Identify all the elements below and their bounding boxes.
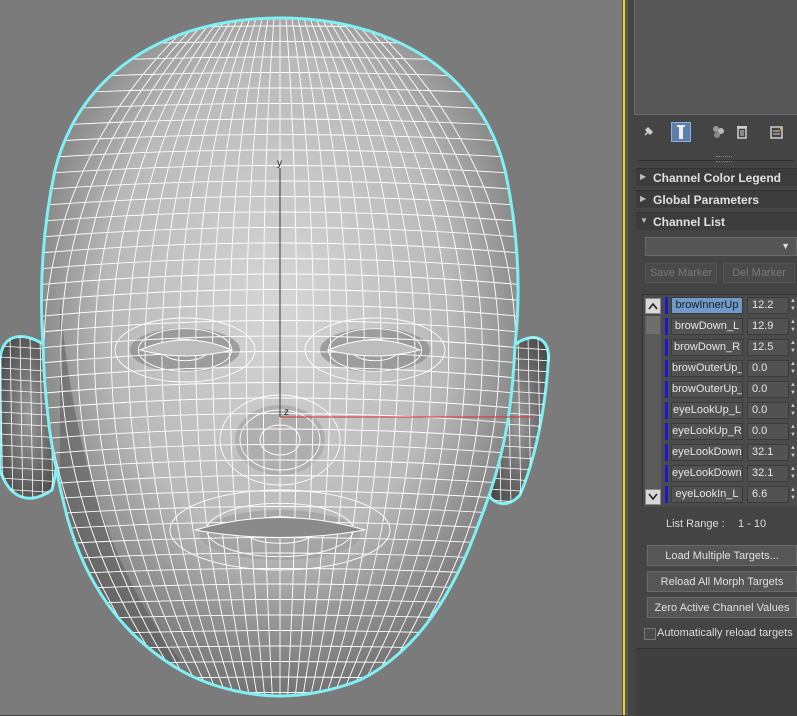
channel-value-field[interactable]: 12.5: [747, 339, 789, 356]
channel-row[interactable]: browInnerUp 12.2 ▲ ▼: [665, 295, 797, 316]
auto-reload-checkbox[interactable]: [644, 628, 656, 640]
rollout-title: Channel Color Legend: [653, 171, 782, 185]
delete-icon[interactable]: [732, 122, 752, 142]
rollout-global-parameters[interactable]: ▶ Global Parameters: [636, 190, 797, 208]
rollout-drag-handle[interactable]: [716, 156, 732, 162]
channel-color-marker: [665, 339, 668, 356]
channel-color-marker: [665, 465, 668, 482]
scroll-down-button[interactable]: [645, 489, 661, 505]
channel-name-button[interactable]: browDown_R: [671, 339, 743, 356]
channel-name-button[interactable]: browInnerUp: [671, 297, 743, 314]
active-viewport-border: [623, 0, 625, 715]
spinner-icon[interactable]: ▲ ▼: [790, 465, 797, 482]
channel-row[interactable]: browOuterUp_L 0.0 ▲ ▼: [665, 358, 797, 379]
channel-color-marker: [665, 402, 668, 419]
channel-name-button[interactable]: eyeLookUp_R: [671, 423, 743, 440]
channel-value-field[interactable]: 0.0: [747, 423, 789, 440]
channel-value-field[interactable]: 0.0: [747, 381, 789, 398]
spinner-icon[interactable]: ▲ ▼: [790, 402, 797, 419]
rollout-channel-list[interactable]: ▼ Channel List: [636, 212, 797, 230]
zero-active-channel-values-button[interactable]: Zero Active Channel Values: [647, 597, 797, 618]
channel-name-button[interactable]: browOuterUp_R: [671, 381, 743, 398]
rollout-title: Global Parameters: [653, 193, 760, 207]
spinner-icon[interactable]: ▲ ▼: [790, 360, 797, 377]
channel-value-field[interactable]: 0.0: [747, 402, 789, 419]
channel-value-field[interactable]: 12.9: [747, 318, 789, 335]
channel-row[interactable]: browDown_L 12.9 ▲ ▼: [665, 316, 797, 337]
command-panel: ▶ Channel Color Legend ▶ Global Paramete…: [628, 0, 797, 716]
spinner-icon[interactable]: ▲ ▼: [790, 339, 797, 356]
channel-row[interactable]: eyeLookIn_L 6.6 ▲ ▼: [665, 484, 797, 505]
del-marker-button[interactable]: Del Marker: [723, 263, 795, 283]
channel-value-field[interactable]: 32.1: [747, 465, 789, 482]
rollout-channel-color-legend[interactable]: ▶ Channel Color Legend: [636, 168, 797, 186]
channel-value-field[interactable]: 6.6: [747, 486, 789, 503]
z-axis-label: z: [284, 407, 289, 418]
channel-list-box: browInnerUp 12.2 ▲ ▼ browDown_L 12.9 ▲ ▼ b…: [642, 294, 797, 507]
channel-row[interactable]: eyeLookDown_L 32.1 ▲▼: [665, 442, 797, 463]
list-range-label: List Range :: [666, 518, 725, 530]
channel-color-marker: [665, 423, 668, 440]
rollout-title: Channel List: [653, 215, 726, 229]
channel-row[interactable]: browOuterUp_R 0.0 ▲▼: [665, 379, 797, 400]
channel-name-button[interactable]: eyeLookDown_R: [671, 465, 743, 482]
y-axis-label: y: [277, 158, 282, 169]
channel-name-button[interactable]: browOuterUp_L: [671, 360, 743, 377]
marker-dropdown[interactable]: ▼: [645, 237, 797, 256]
channel-name-button[interactable]: browDown_L: [671, 318, 743, 335]
reload-all-morph-targets-button[interactable]: Reload All Morph Targets: [647, 571, 797, 592]
spinner-icon[interactable]: ▲ ▼: [790, 486, 797, 503]
spinner-icon[interactable]: ▲ ▼: [790, 297, 797, 314]
stack-toolbar: [628, 118, 797, 146]
panel-empty-area: [636, 648, 797, 716]
channel-name-button[interactable]: eyeLookIn_L: [671, 486, 743, 503]
spinner-icon[interactable]: ▲ ▼: [790, 381, 797, 398]
channel-row[interactable]: browDown_R 12.5 ▲ ▼: [665, 337, 797, 358]
channel-color-marker: [665, 444, 668, 461]
spinner-icon[interactable]: ▲ ▼: [790, 318, 797, 335]
modifier-stack-list[interactable]: [634, 0, 797, 115]
viewport-canvas[interactable]: y z: [0, 0, 622, 715]
channel-scroll-track[interactable]: [645, 316, 661, 489]
perspective-viewport[interactable]: y z: [0, 0, 622, 715]
channel-row[interactable]: eyeLookUp_L 0.0 ▲ ▼: [665, 400, 797, 421]
channel-color-marker: [665, 297, 668, 314]
auto-reload-label: Automatically reload targets: [657, 627, 793, 639]
auto-reload-checkbox-row[interactable]: Automatically reload targets: [642, 626, 797, 642]
load-multiple-targets-button[interactable]: Load Multiple Targets...: [647, 545, 797, 566]
scroll-up-button[interactable]: [645, 298, 661, 314]
channel-scroll-thumb[interactable]: [646, 316, 660, 334]
channel-row[interactable]: eyeLookDown_R 32.1 ▲▼: [665, 463, 797, 484]
channel-color-marker: [665, 318, 668, 335]
channel-row[interactable]: eyeLookUp_R 0.0 ▲ ▼: [665, 421, 797, 442]
channel-name-button[interactable]: eyeLookDown_L: [671, 444, 743, 461]
chevron-down-icon: ▼: [781, 241, 790, 251]
pin-icon[interactable]: [638, 122, 658, 142]
spinner-icon[interactable]: ▲ ▼: [790, 444, 797, 461]
save-marker-button[interactable]: Save Marker: [645, 263, 717, 283]
modifier-stack-icon[interactable]: [671, 122, 691, 142]
channel-color-marker: [665, 486, 668, 503]
expanded-arrow-icon: ▼: [640, 216, 648, 225]
spinner-icon[interactable]: ▲ ▼: [790, 423, 797, 440]
show-end-result-icon[interactable]: [708, 122, 728, 142]
channel-color-marker: [665, 360, 668, 377]
list-range-value: 1 - 10: [738, 518, 767, 530]
channel-value-field[interactable]: 0.0: [747, 360, 789, 377]
channel-value-field[interactable]: 32.1: [747, 444, 789, 461]
collapsed-arrow-icon: ▶: [640, 172, 647, 181]
configure-sets-icon[interactable]: [767, 122, 787, 142]
channel-value-field[interactable]: 12.2: [747, 297, 789, 314]
channel-color-marker: [665, 381, 668, 398]
channel-name-button[interactable]: eyeLookUp_L: [671, 402, 743, 419]
collapsed-arrow-icon: ▶: [640, 194, 647, 203]
